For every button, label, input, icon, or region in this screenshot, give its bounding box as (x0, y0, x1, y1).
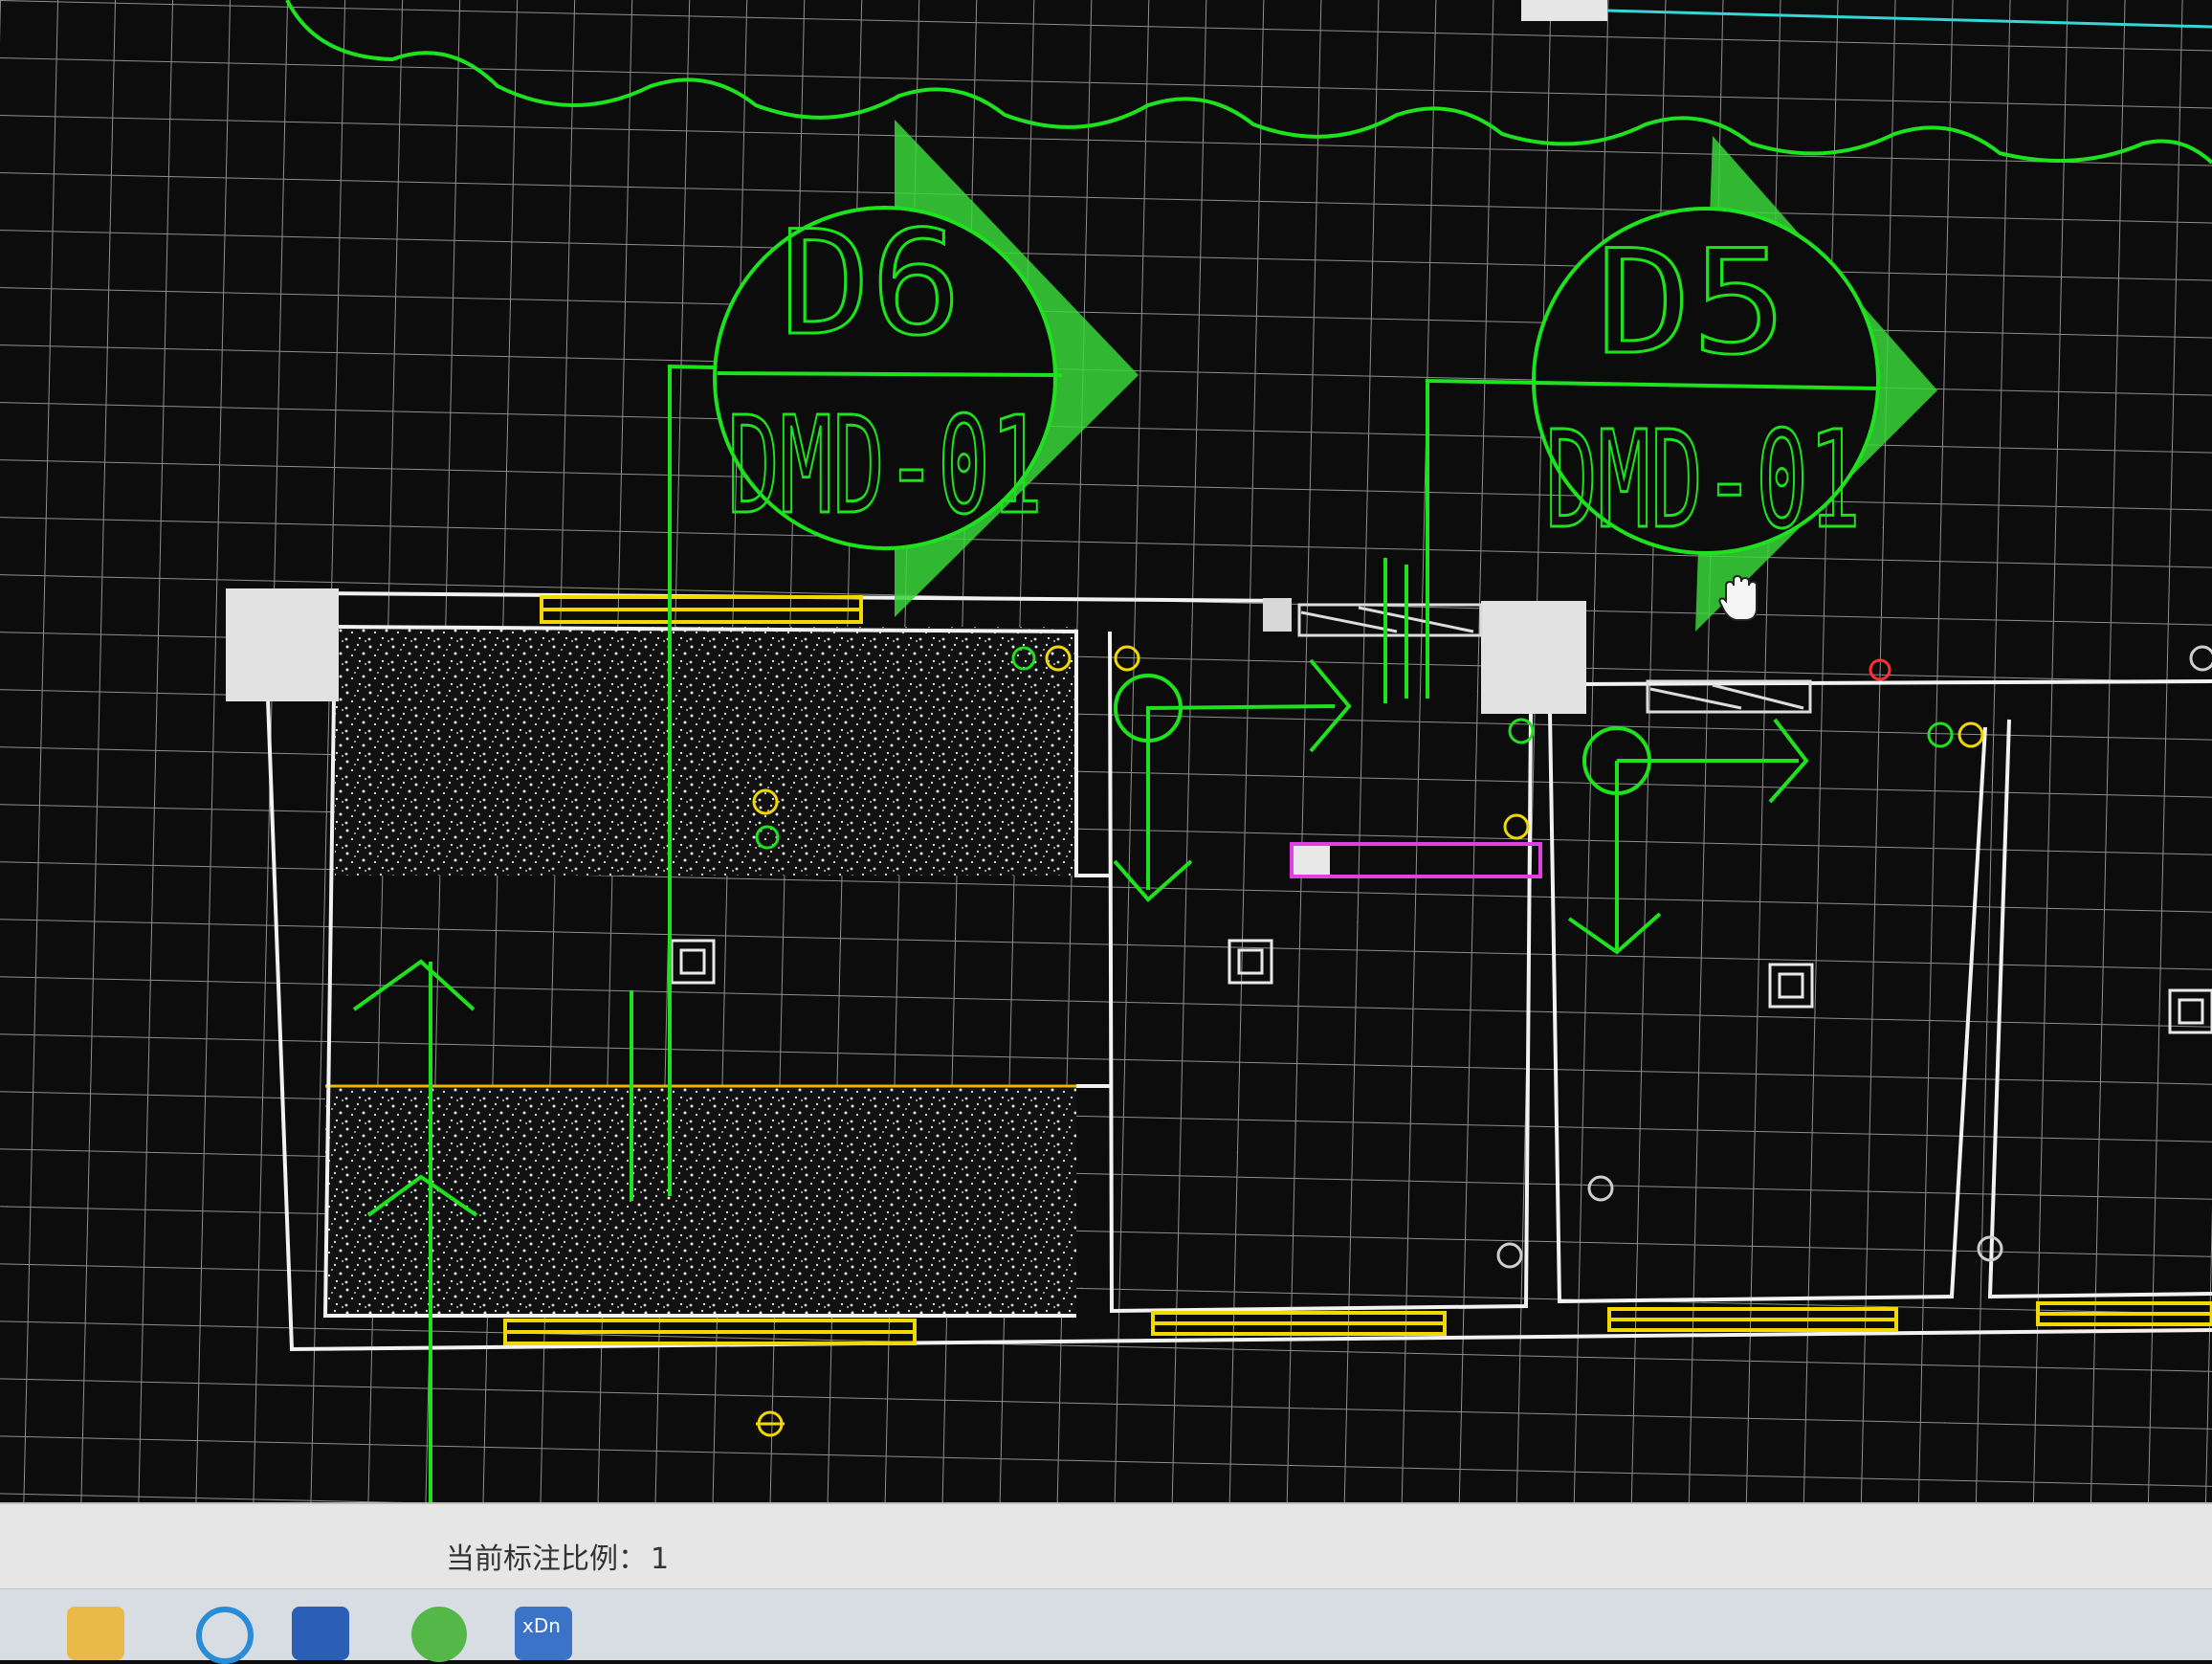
column-mid (1481, 601, 1586, 714)
status-bar: 当前标注比例： 1 (0, 1502, 2212, 1590)
column-left (226, 588, 339, 701)
word-icon[interactable] (292, 1607, 349, 1660)
app-icon-badge: xDn (522, 1614, 561, 1637)
search-icon[interactable] (196, 1607, 254, 1664)
app-icon[interactable]: xDn (515, 1607, 572, 1660)
cad-drawing-canvas[interactable]: D6 DMD-01 D5 DMD-01 (0, 0, 2212, 1502)
callout-d6-sheet: DMD-01 (727, 388, 1043, 544)
annotation-scale-readout: 当前标注比例： 1 (446, 1535, 669, 1577)
hatch-region-upper (335, 627, 1076, 876)
folder-icon[interactable] (67, 1607, 124, 1660)
annotation-scale-value: 1 (651, 1542, 670, 1576)
callout-d5-code: D5 (1596, 220, 1787, 387)
green-app-icon[interactable] (411, 1607, 467, 1662)
hatch-region-lower (325, 1086, 1076, 1316)
windows-taskbar: xDn (0, 1588, 2212, 1664)
callout-d6-code: D6 (780, 201, 962, 367)
callout-d5-sheet: DMD-01 (1545, 403, 1861, 559)
annotation-scale-label: 当前标注比例： (446, 1542, 647, 1576)
